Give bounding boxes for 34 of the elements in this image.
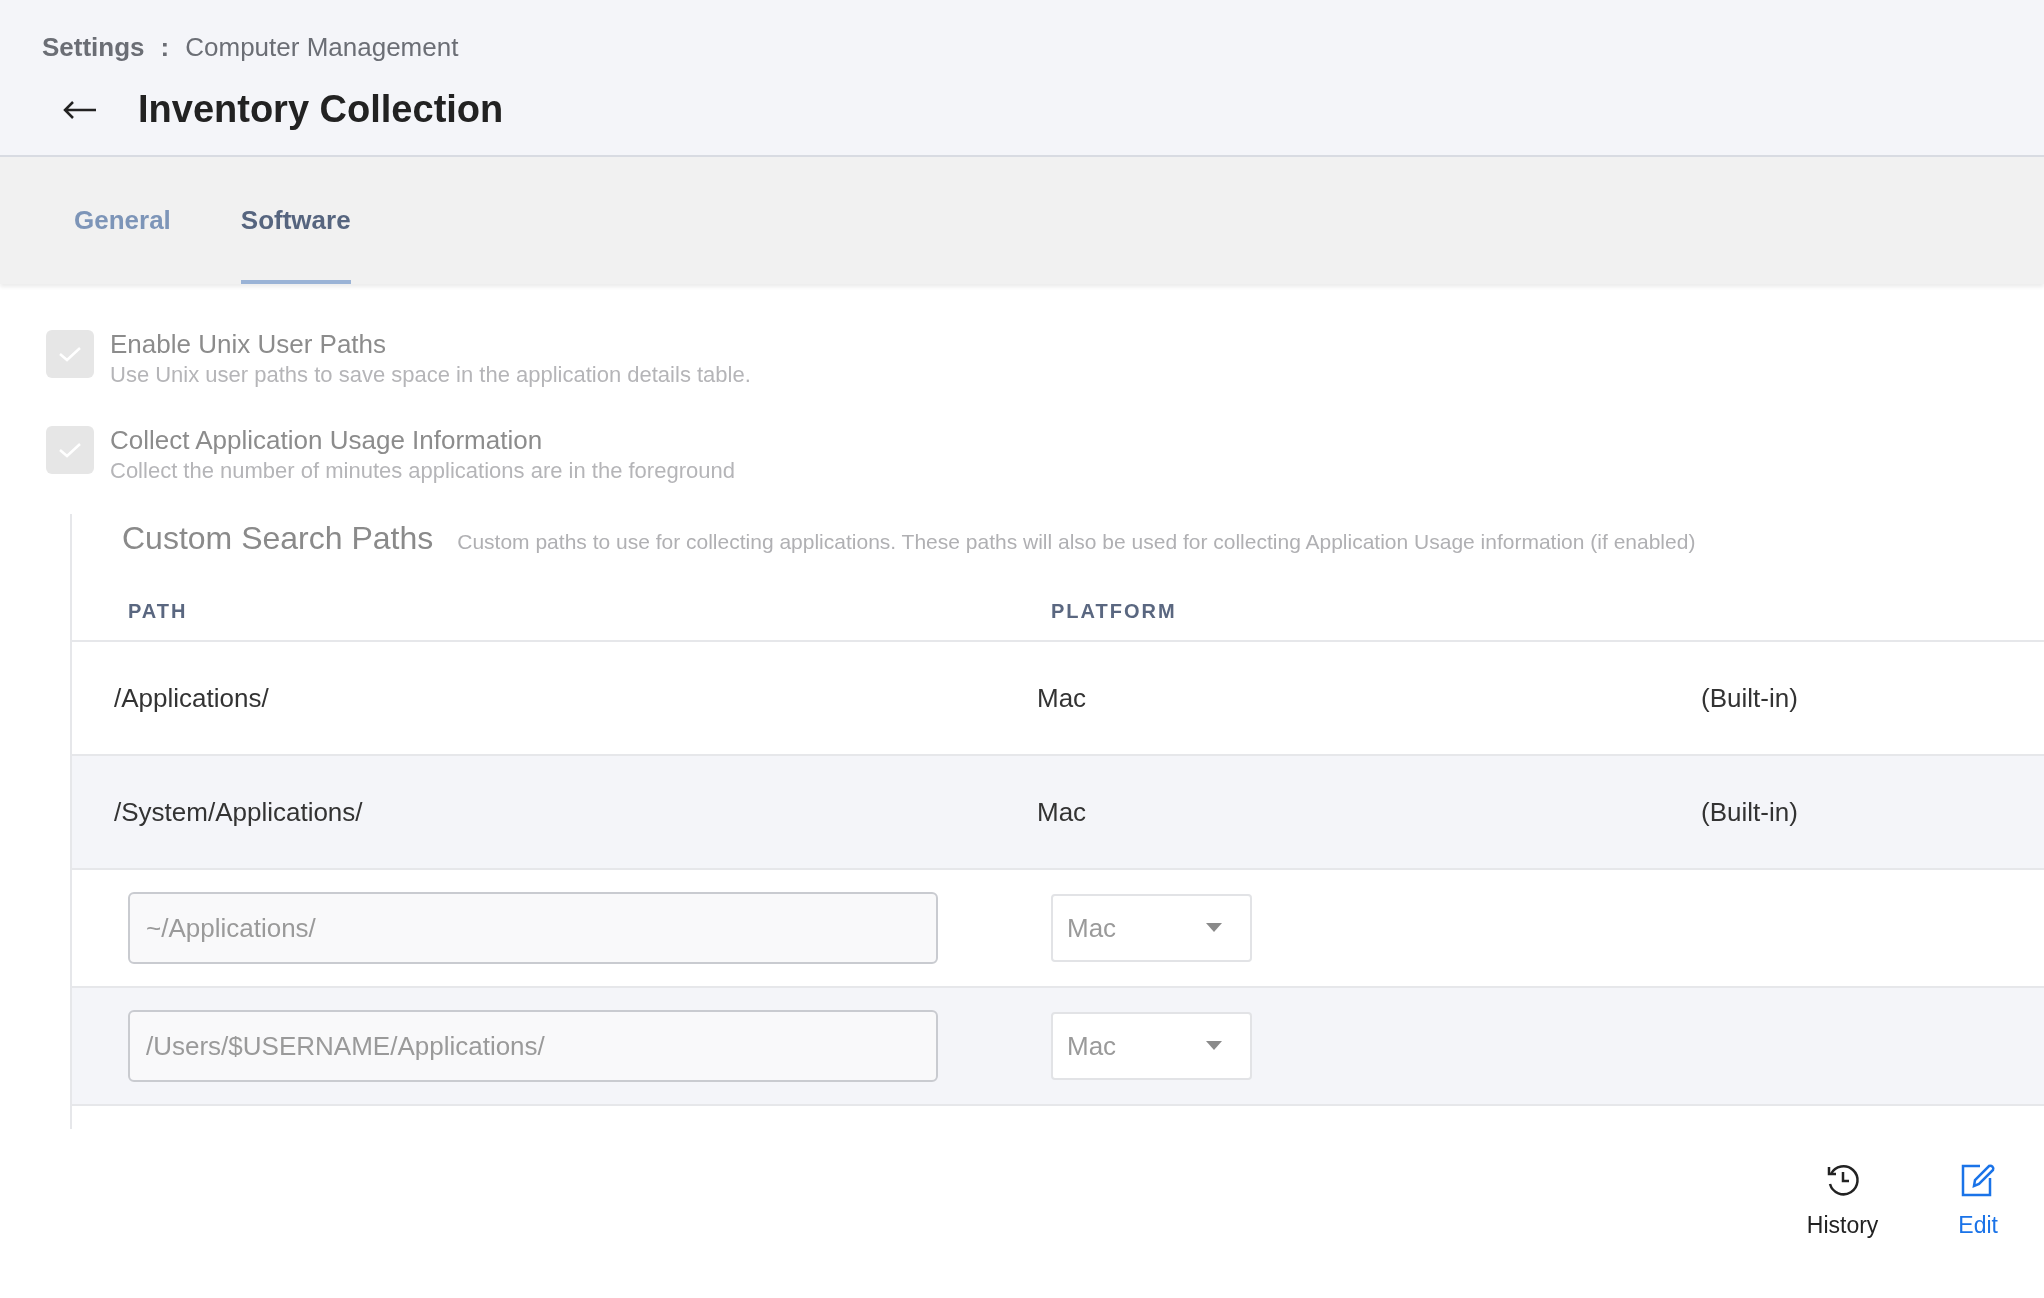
check-icon — [58, 345, 82, 363]
column-header: PLATFORM — [1051, 599, 1177, 624]
platform-dropdown[interactable]: Mac — [1051, 1012, 1252, 1080]
breadcrumb-link[interactable]: Settings — [42, 28, 145, 67]
column-header: PATH — [127, 599, 189, 624]
table-cell-text: (Built-in) — [1701, 795, 1798, 829]
checkbox[interactable] — [46, 330, 94, 378]
history-button[interactable]: History — [1806, 1161, 1879, 1242]
platform-dropdown[interactable]: Mac — [1051, 894, 1252, 962]
path-input-field[interactable]: /Users/$USERNAME/Applications/ — [128, 1010, 938, 1082]
table-cell-text: Mac — [1037, 681, 1088, 715]
checkbox[interactable] — [46, 426, 94, 474]
option-label: Enable Unix User Paths — [110, 328, 388, 360]
edit-button[interactable]: Edit — [1958, 1161, 1998, 1242]
edit-icon — [1960, 1161, 1997, 1198]
caret-icon — [1206, 1041, 1222, 1051]
table-cell-text: Mac — [1037, 795, 1088, 829]
page-title: Inventory Collection — [138, 87, 504, 132]
breadcrumb-separator: : — [160, 31, 170, 64]
table-cell-text: /System/Applications/ — [113, 795, 364, 829]
section-description: Custom paths to use for collecting applications. These paths will also be used for collecting Application Usage information (if enabled) — [457, 529, 1696, 555]
option-label: Collect Application Usage Information — [110, 424, 544, 456]
tab[interactable]: Software — [240, 201, 351, 284]
tab[interactable]: General — [74, 201, 171, 284]
check-icon — [58, 441, 82, 459]
caret-icon — [1206, 923, 1222, 933]
option-description: Use Unix user paths to save space in the application details table. — [110, 361, 751, 389]
path-input-field[interactable]: ~/Applications/ — [128, 892, 938, 964]
option-description: Collect the number of minutes applications are in the foreground — [110, 457, 735, 485]
section-title: Custom Search Paths — [122, 519, 434, 558]
table-cell-text: /Applications/ — [113, 681, 270, 715]
breadcrumb-current: Computer Management — [185, 31, 459, 64]
back-arrow-icon[interactable] — [62, 99, 98, 120]
table-cell-text: (Built-in) — [1701, 681, 1798, 715]
